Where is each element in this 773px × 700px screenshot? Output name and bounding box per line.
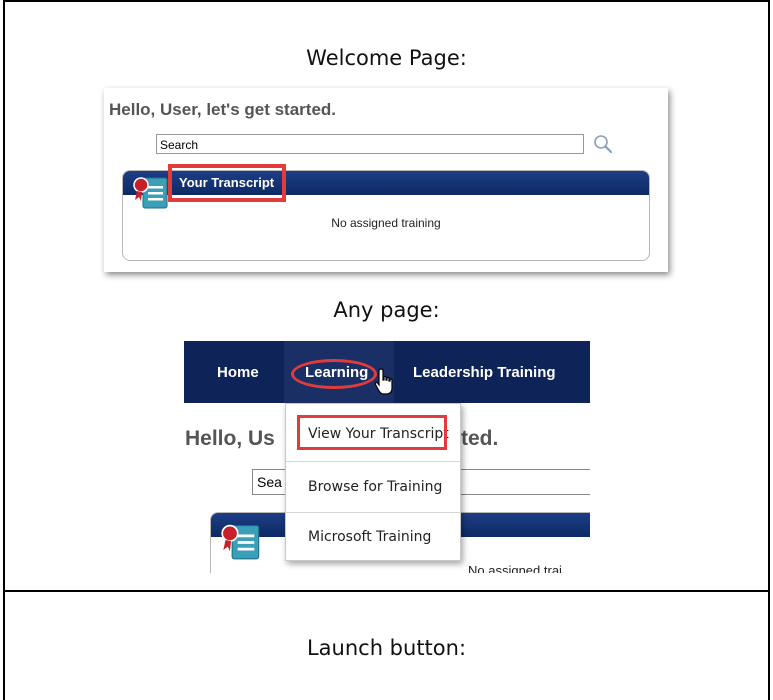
welcome-page-screenshot: Hello, User, let's get started. Search Y… [104,88,668,272]
nav-item-leadership-training[interactable]: Leadership Training [413,364,556,381]
transcript-certificate-icon [220,519,262,561]
menu-separator [286,512,460,513]
greeting-left: Hello, Us [185,427,275,450]
menu-separator [286,461,460,462]
learning-highlight-oval [291,359,377,389]
search-input[interactable]: Search [156,134,584,154]
caption-launch: Launch button: [306,636,467,660]
document-row-divider [3,590,770,592]
hand-pointer-icon [374,367,396,397]
nav-item-home[interactable]: Home [217,364,259,381]
menu-item-microsoft-training[interactable]: Microsoft Training [286,529,460,545]
top-navigation-bar: Home Learning Leadership Training [184,341,590,403]
caption-any-page: Any page: [333,298,440,322]
any-page-screenshot: Home Learning Leadership Training Hello,… [184,341,590,573]
welcome-greeting: Hello, User, let's get started. [109,100,337,119]
caption-welcome: Welcome Page: [306,46,467,70]
magnifier-icon[interactable] [592,133,614,155]
menu-item-browse-training[interactable]: Browse for Training [286,479,460,495]
view-transcript-highlight [297,415,447,450]
greeting-right: ted. [461,427,499,450]
transcript-title-highlight [168,164,286,202]
no-training-message: No assigned training [331,216,441,230]
no-training-message-partial: No assigned trai [468,563,562,573]
transcript-certificate-icon [132,172,170,210]
